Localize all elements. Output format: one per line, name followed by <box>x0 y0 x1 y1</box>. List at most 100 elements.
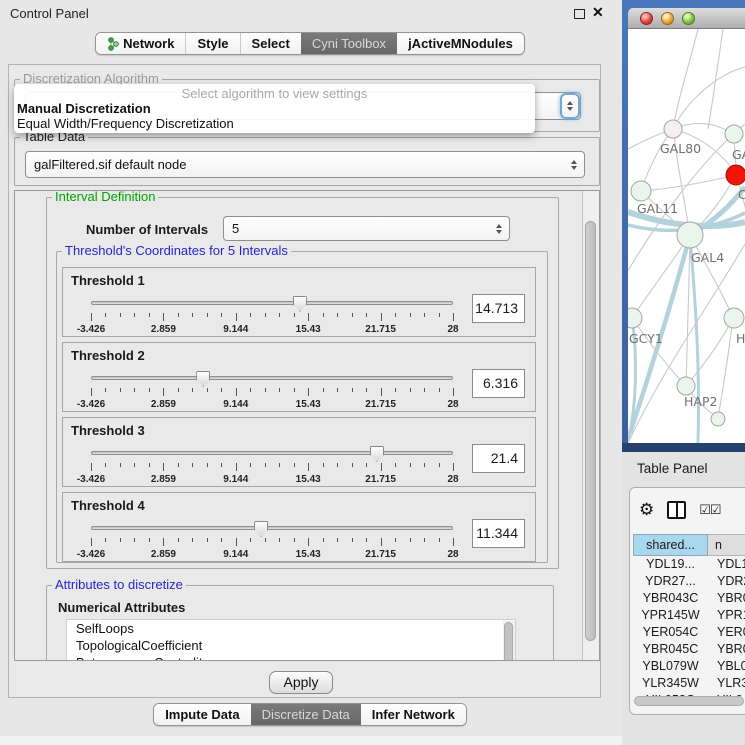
slider-track[interactable] <box>91 526 453 530</box>
apply-button[interactable]: Apply <box>269 671 333 694</box>
major-tick <box>236 463 237 471</box>
attribute-list-item[interactable]: SelfLoops <box>67 620 515 637</box>
cell-shared-name[interactable]: YBL079W <box>633 658 708 675</box>
attribute-list-item[interactable]: BetweennessCentrality <box>67 654 515 661</box>
close-window-icon[interactable] <box>640 12 653 25</box>
dropdown-option-manual-discretization[interactable]: Manual Discretization <box>17 101 151 116</box>
table-data-combobox-arrows[interactable] <box>564 160 584 170</box>
checkbox-filter-icons[interactable]: ☑☑ <box>699 502 720 518</box>
tab-impute-data[interactable]: Impute Data <box>154 704 250 725</box>
cell-shared-name[interactable]: YLR345W <box>633 675 708 692</box>
network-node-gal4[interactable] <box>677 222 703 248</box>
threshold-2-value-field[interactable]: 6.316 <box>472 369 525 398</box>
network-node[interactable] <box>711 412 725 426</box>
network-window-titlebar[interactable] <box>628 8 745 29</box>
slider-thumb[interactable] <box>370 446 384 462</box>
slider-track[interactable] <box>91 451 453 455</box>
network-node-gal80[interactable] <box>664 120 682 138</box>
number-of-intervals-combobox[interactable]: 5 <box>223 216 510 241</box>
tick-label: -3.426 <box>77 474 105 485</box>
number-of-intervals-arrows[interactable] <box>489 224 509 234</box>
cell-shared-name[interactable]: YDR27... <box>633 573 708 590</box>
major-tick <box>381 538 382 546</box>
network-node-ga[interactable] <box>725 125 743 143</box>
tab-discretize-data[interactable]: Discretize Data <box>251 704 361 725</box>
attribute-list-item[interactable]: TopologicalCoefficient <box>67 637 515 654</box>
algorithm-combobox-arrows[interactable] <box>560 93 580 119</box>
cell-shared-name[interactable]: YBR045C <box>633 641 708 658</box>
cell-name[interactable]: YBR0 <box>708 641 745 658</box>
threshold-1-slider[interactable]: -3.4262.8599.14415.4321.71528 <box>91 293 453 335</box>
top-tab-row: Network Style Select Cyni Toolbox jActiv… <box>0 32 620 55</box>
table-row[interactable]: YDL19...YDL1 <box>633 556 745 573</box>
table-row[interactable]: YBL079WYBL0 <box>633 658 745 675</box>
column-header-name[interactable]: n <box>708 534 745 556</box>
cell-shared-name[interactable]: YBR043C <box>633 590 708 607</box>
threshold-1-value-field[interactable]: 14.713 <box>472 294 525 323</box>
float-panel-icon[interactable] <box>574 9 585 19</box>
slider-thumb[interactable] <box>196 371 210 387</box>
major-tick <box>453 538 454 546</box>
cell-name[interactable]: YER0 <box>708 624 745 641</box>
network-node-hap2[interactable] <box>677 377 695 395</box>
table-data-combobox[interactable]: galFiltered.sif default node <box>25 151 585 178</box>
cell-name[interactable]: YDR2 <box>708 573 745 590</box>
dropdown-placeholder-option[interactable]: Select algorithm to view settings <box>14 86 535 101</box>
threshold-3-value-field[interactable]: 21.4 <box>472 444 525 473</box>
tab-network[interactable]: Network <box>96 33 185 54</box>
tick-label: -3.426 <box>77 399 105 410</box>
close-panel-icon[interactable]: ✕ <box>592 4 604 21</box>
network-node-gal11[interactable] <box>631 181 651 201</box>
column-header-shared-name[interactable]: shared... <box>633 534 708 556</box>
table-row[interactable]: YBR045CYBR0 <box>633 641 745 658</box>
major-tick <box>163 463 164 471</box>
tab-cyni-toolbox[interactable]: Cyni Toolbox <box>301 33 397 54</box>
slider-track[interactable] <box>91 301 453 305</box>
numerical-attributes-list[interactable]: SelfLoopsTopologicalCoefficientBetweenne… <box>66 619 516 661</box>
table-row[interactable]: YDR27...YDR2 <box>633 573 745 590</box>
slider-thumb[interactable] <box>293 296 307 312</box>
network-canvas[interactable]: GAL80GACGAL11GAL4GCY1HHAP2 <box>628 29 745 443</box>
attributes-list-scrollbar[interactable] <box>503 621 515 661</box>
settings-panel-scrollbar[interactable] <box>582 191 599 660</box>
table-row[interactable]: YBR043CYBR0 <box>633 590 745 607</box>
slider-track[interactable] <box>91 376 453 380</box>
network-view-window[interactable]: GAL80GACGAL11GAL4GCY1HHAP2 <box>622 0 745 452</box>
cell-name[interactable]: YPR1 <box>708 607 745 624</box>
table-horizontal-scrollbar[interactable] <box>634 696 744 706</box>
tab-cyni-toolbox-label: Cyni Toolbox <box>312 36 386 51</box>
table-row[interactable]: YER054CYER0 <box>633 624 745 641</box>
threshold-4-slider[interactable]: -3.4262.8599.14415.4321.71528 <box>91 518 453 560</box>
minimize-window-icon[interactable] <box>661 12 674 25</box>
threshold-4-value-field[interactable]: 11.344 <box>472 519 525 548</box>
cell-shared-name[interactable]: YDL19... <box>633 556 708 573</box>
dropdown-option-equal-width[interactable]: Equal Width/Frequency Discretization <box>17 116 234 131</box>
cell-name[interactable]: YLR3 <box>708 675 745 692</box>
threshold-3-slider[interactable]: -3.4262.8599.14415.4321.71528 <box>91 443 453 485</box>
slider-thumb[interactable] <box>254 521 268 537</box>
column-layout-icon[interactable] <box>667 501 686 519</box>
minor-tick <box>178 463 179 467</box>
minor-tick <box>410 538 411 542</box>
cell-name[interactable]: YBL0 <box>708 658 745 675</box>
tick-label: -3.426 <box>77 324 105 335</box>
table-row[interactable]: YLR345WYLR3 <box>633 675 745 692</box>
cell-shared-name[interactable]: YER054C <box>633 624 708 641</box>
tab-jactivemnodules[interactable]: jActiveMNodules <box>397 33 524 54</box>
tab-style[interactable]: Style <box>185 33 239 54</box>
cell-name[interactable]: YDL1 <box>708 556 745 573</box>
cell-name[interactable]: YBR0 <box>708 590 745 607</box>
scrollbar-thumb[interactable] <box>585 221 596 641</box>
network-node-h[interactable] <box>724 308 744 328</box>
cell-shared-name[interactable]: YPR145W <box>633 607 708 624</box>
table-row[interactable]: YPR145WYPR1 <box>633 607 745 624</box>
zoom-window-icon[interactable] <box>682 12 695 25</box>
minor-tick <box>134 313 135 317</box>
threshold-2-slider[interactable]: -3.4262.8599.14415.4321.71528 <box>91 368 453 410</box>
network-node-gcy1[interactable] <box>628 308 642 328</box>
network-node-c[interactable] <box>726 165 745 185</box>
tab-select[interactable]: Select <box>240 33 301 54</box>
scrollbar-thumb[interactable] <box>504 622 513 661</box>
tab-infer-network[interactable]: Infer Network <box>361 704 466 725</box>
gear-icon[interactable]: ⚙ <box>639 501 654 518</box>
